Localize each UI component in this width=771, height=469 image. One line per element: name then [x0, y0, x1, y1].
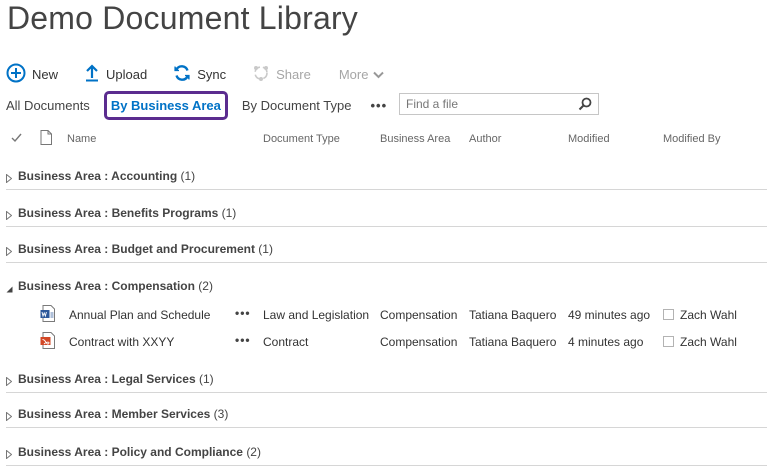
sync-button-label: Sync: [197, 66, 227, 82]
find-file-search: [399, 93, 599, 115]
file-type-header-icon[interactable]: [40, 130, 52, 148]
search-input[interactable]: [400, 94, 588, 114]
group-name: Compensation: [111, 279, 195, 293]
cell-document-type: Contract: [263, 335, 309, 349]
group-header-budget-and-procurement[interactable]: Business Area : Budget and Procurement (…: [6, 240, 767, 263]
sync-icon: [173, 64, 197, 85]
upload-button-label: Upload: [106, 66, 148, 82]
modified-by-name: Zach Wahl: [680, 335, 737, 349]
group-header-member-services[interactable]: Business Area : Member Services (3): [6, 405, 767, 428]
group-label: Business Area :: [18, 372, 112, 386]
expand-triangle-icon[interactable]: [6, 245, 13, 259]
group-name: Legal Services: [111, 372, 196, 386]
cell-author: Tatiana Baquero: [469, 335, 557, 349]
share-button-label: Share: [276, 66, 311, 82]
more-views-ellipsis[interactable]: •••: [370, 98, 387, 113]
upload-button[interactable]: Upload: [84, 63, 148, 85]
table-row[interactable]: Annual Plan and Schedule ••• Law and Leg…: [0, 304, 771, 326]
view-by-business-area[interactable]: By Business Area: [103, 90, 228, 120]
column-header-row: Name Document Type Business Area Author …: [0, 130, 771, 150]
group-name: Benefits Programs: [111, 206, 219, 220]
command-bar: New Upload Sync Share More: [6, 62, 416, 86]
group-name: Policy and Compliance: [111, 445, 243, 459]
group-count: (3): [213, 407, 229, 421]
group-name: Accounting: [111, 169, 178, 183]
group-count: (1): [199, 372, 214, 386]
group-label: Business Area :: [18, 169, 112, 183]
sync-button[interactable]: Sync: [173, 64, 226, 85]
group-label: Business Area :: [18, 242, 112, 256]
group-count: (1): [221, 206, 237, 220]
expand-triangle-icon[interactable]: [6, 172, 13, 186]
expand-triangle-icon[interactable]: [6, 448, 13, 462]
cell-business-area: Compensation: [380, 335, 458, 349]
expand-triangle-icon[interactable]: [6, 209, 13, 223]
group-name: Budget and Procurement: [111, 242, 255, 256]
cell-document-type: Law and Legislation: [263, 308, 370, 322]
column-modified-by[interactable]: Modified By: [663, 133, 720, 145]
item-menu-ellipsis[interactable]: •••: [235, 306, 251, 320]
cell-modified: 49 minutes ago: [568, 308, 651, 322]
presence-checkbox[interactable]: [663, 336, 674, 347]
group-header-benefits-programs[interactable]: Business Area : Benefits Programs (1): [6, 204, 767, 227]
expand-triangle-icon[interactable]: [6, 375, 13, 389]
group-label: Business Area :: [18, 445, 112, 459]
group-header-accounting[interactable]: Business Area : Accounting (1): [6, 167, 767, 190]
group-header-legal-services[interactable]: Business Area : Legal Services (1): [6, 370, 767, 393]
modified-by-name: Zach Wahl: [680, 308, 737, 322]
upload-arrow-icon: [84, 63, 106, 85]
view-by-document-type[interactable]: By Document Type: [242, 98, 352, 113]
group-header-compensation[interactable]: Business Area : Compensation (2): [6, 277, 767, 299]
search-icon[interactable]: [578, 97, 592, 114]
file-name-link[interactable]: Contract with XXYY: [69, 335, 174, 349]
column-author[interactable]: Author: [469, 133, 501, 145]
file-name-link[interactable]: Annual Plan and Schedule: [69, 308, 210, 322]
page-title: Demo Document Library: [7, 0, 358, 36]
item-menu-ellipsis[interactable]: •••: [235, 333, 251, 347]
share-icon: [252, 64, 276, 85]
cell-business-area: Compensation: [380, 308, 458, 322]
collapse-triangle-icon[interactable]: [6, 282, 13, 296]
view-selector: All Documents By Business Area By Docume…: [6, 90, 387, 120]
cell-modified-by[interactable]: Zach Wahl: [663, 335, 737, 349]
cell-modified-by[interactable]: Zach Wahl: [663, 308, 737, 322]
group-count: (2): [246, 445, 261, 459]
group-count: (2): [198, 279, 213, 293]
more-button-label: More: [338, 66, 369, 82]
cell-modified: 4 minutes ago: [568, 335, 644, 349]
new-button[interactable]: New: [6, 63, 58, 86]
group-header-policy-and-compliance[interactable]: Business Area : Policy and Compliance (2…: [6, 443, 767, 466]
group-name: Member Services: [111, 407, 211, 421]
column-document-type[interactable]: Document Type: [263, 133, 340, 145]
group-label: Business Area :: [18, 206, 112, 220]
cell-author: Tatiana Baquero: [469, 308, 557, 322]
table-row[interactable]: Contract with XXYY ••• Contract Compensa…: [0, 331, 771, 353]
new-button-label: New: [32, 66, 59, 82]
share-button[interactable]: Share: [252, 64, 311, 85]
presence-checkbox[interactable]: [663, 309, 674, 320]
expand-triangle-icon[interactable]: [6, 410, 13, 424]
select-all-checkmark-icon[interactable]: [11, 132, 22, 146]
group-count: (1): [258, 242, 273, 256]
group-label: Business Area :: [18, 407, 112, 421]
group-count: (1): [180, 169, 196, 183]
column-business-area[interactable]: Business Area: [380, 133, 450, 145]
view-all-documents[interactable]: All Documents: [6, 98, 90, 113]
group-label: Business Area :: [18, 279, 112, 293]
column-modified[interactable]: Modified: [568, 133, 610, 145]
word-document-icon[interactable]: [40, 305, 55, 325]
more-menu-button[interactable]: More: [339, 67, 391, 82]
pdf-document-icon[interactable]: [40, 332, 55, 352]
plus-circle-icon: [6, 63, 32, 86]
column-name[interactable]: Name: [67, 133, 96, 145]
chevron-down-icon: [373, 67, 390, 82]
